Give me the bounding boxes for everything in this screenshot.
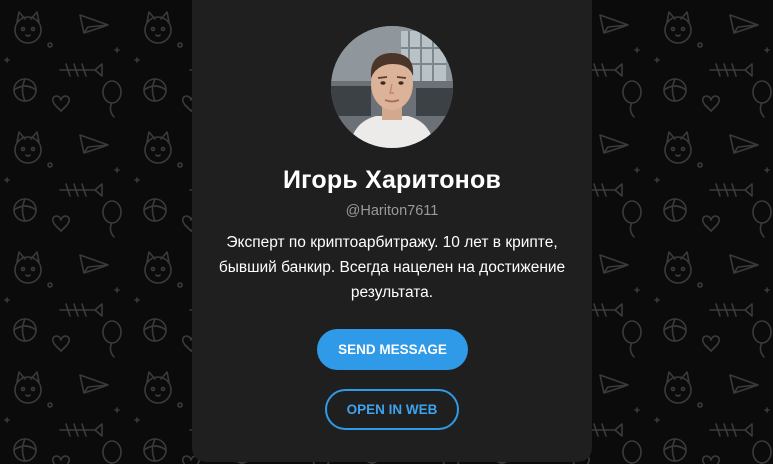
- open-in-web-button[interactable]: OPEN IN WEB: [325, 389, 459, 430]
- profile-card: Игорь Харитонов @Hariton7611 Эксперт по …: [192, 0, 592, 462]
- avatar-photo: [331, 26, 453, 148]
- profile-bio: Эксперт по криптоарбитражу. 10 лет в кри…: [218, 234, 566, 301]
- profile-username: @Hariton7611: [345, 203, 439, 219]
- send-message-button[interactable]: SEND MESSAGE: [317, 329, 468, 370]
- profile-name: Игорь Харитонов: [282, 166, 502, 194]
- avatar: [331, 26, 453, 148]
